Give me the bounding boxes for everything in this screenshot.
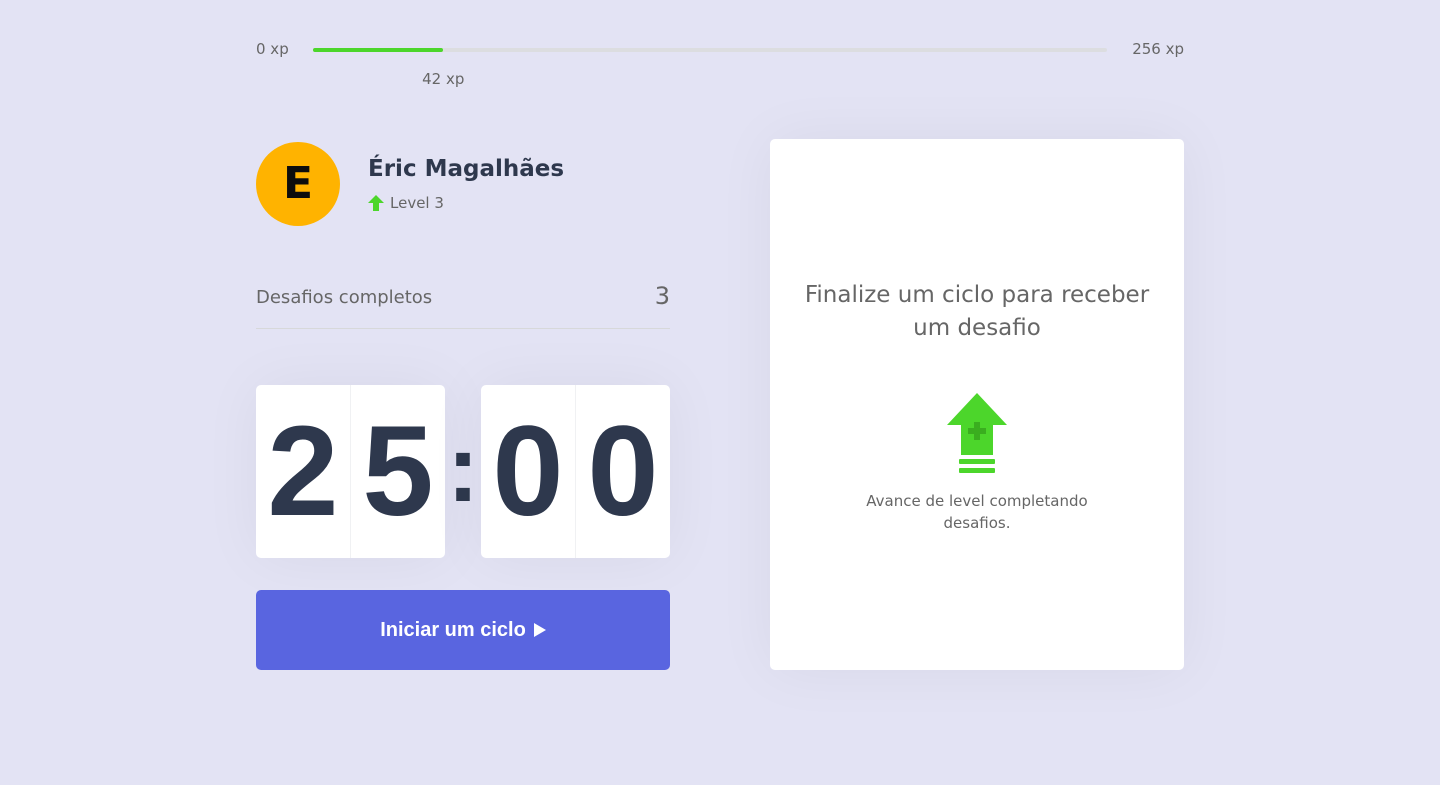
- avatar-letter: E: [282, 158, 314, 209]
- xp-current-label: 42 xp: [422, 70, 465, 88]
- completed-challenges-label: Desafios completos: [256, 287, 433, 308]
- xp-track: 42 xp: [313, 48, 1107, 88]
- start-cycle-button[interactable]: Iniciar um ciclo: [256, 590, 670, 670]
- profile-level: Level 3: [368, 194, 564, 212]
- countdown-separator: :: [447, 414, 479, 522]
- play-icon: [533, 623, 546, 637]
- countdown: 2 5 : 0 0: [256, 385, 670, 558]
- challenge-box-title: Finalize um ciclo para receber um desafi…: [804, 282, 1150, 341]
- minutes-display: 2 5: [256, 385, 445, 558]
- completed-challenges-count: 3: [654, 282, 670, 310]
- second-digit-right: 0: [575, 385, 670, 558]
- profile-level-label: Level 3: [390, 193, 444, 212]
- minute-digit-left: 2: [267, 399, 339, 543]
- completed-challenges: Desafios completos 3: [256, 280, 670, 329]
- avatar: E: [256, 142, 340, 226]
- challenge-box: Finalize um ciclo para receber um desafi…: [770, 139, 1184, 670]
- xp-max-label: 256 xp: [1132, 40, 1184, 58]
- experience-bar: 0 xp 42 xp 256 xp: [256, 38, 1184, 88]
- xp-fill: [313, 48, 444, 52]
- seconds-display: 0 0: [481, 385, 670, 558]
- profile-name: Éric Magalhães: [368, 156, 565, 183]
- profile: E Éric Magalhães Level 3: [256, 140, 564, 228]
- level-up-icon: [947, 393, 1007, 473]
- challenge-box-hint: Avance de level completando desafios.: [866, 492, 1088, 532]
- profile-info: Éric Magalhães Level 3: [368, 156, 564, 212]
- start-cycle-label: Iniciar um ciclo: [380, 618, 526, 641]
- xp-min-label: 0 xp: [256, 40, 289, 58]
- second-digit-left: 0: [492, 399, 564, 543]
- level-up-arrow-icon: [368, 194, 384, 211]
- minute-digit-right: 5: [350, 385, 445, 558]
